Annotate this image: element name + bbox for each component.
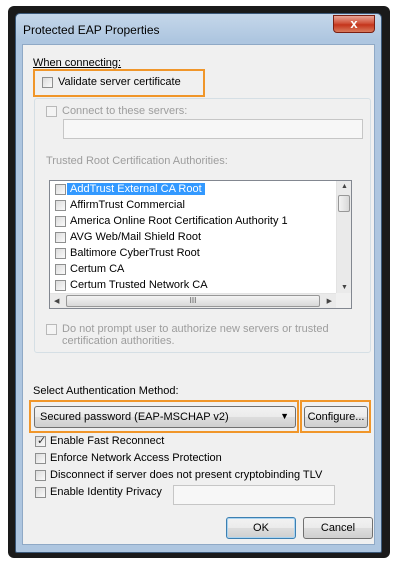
ca-checkbox[interactable] xyxy=(55,216,66,227)
auth-method-value: Secured password (EAP-MSCHAP v2) xyxy=(40,411,229,423)
list-item[interactable]: Certum CA xyxy=(50,261,338,278)
list-item[interactable]: Certum Trusted Network CA xyxy=(50,277,338,294)
identity-privacy-input[interactable] xyxy=(173,485,335,505)
ca-label: AffirmTrust Commercial xyxy=(70,199,185,211)
nap-label: Enforce Network Access Protection xyxy=(50,452,222,464)
list-item[interactable]: AffirmTrust Commercial xyxy=(50,197,338,214)
scroll-grip-icon: III xyxy=(189,296,197,305)
cryptobinding-checkbox[interactable] xyxy=(35,470,46,481)
identity-privacy-checkbox[interactable] xyxy=(35,487,46,498)
vertical-scroll-thumb[interactable] xyxy=(338,195,350,212)
validate-cert-checkbox[interactable] xyxy=(42,77,53,88)
cancel-button[interactable]: Cancel xyxy=(303,517,373,539)
auth-method-select[interactable]: Secured password (EAP-MSCHAP v2) ▼ xyxy=(34,406,296,428)
connect-servers-label: Connect to these servers: xyxy=(62,105,188,117)
horizontal-scrollbar[interactable]: ◀ III ▶ xyxy=(50,293,336,308)
dialog-client-area: When connecting: Validate server certifi… xyxy=(22,44,375,545)
list-item[interactable]: Baltimore CyberTrust Root xyxy=(50,245,338,262)
ca-checkbox[interactable] xyxy=(55,248,66,259)
ca-label: Certum Trusted Network CA xyxy=(70,279,208,291)
ok-button[interactable]: OK xyxy=(226,517,296,539)
trusted-ca-list[interactable]: AddTrust External CA Root AffirmTrust Co… xyxy=(49,180,352,309)
connect-servers-checkbox[interactable] xyxy=(46,106,57,117)
do-not-prompt-checkbox[interactable] xyxy=(46,324,57,335)
ca-label: Certum CA xyxy=(70,263,125,275)
ca-label: America Online Root Certification Author… xyxy=(70,215,288,227)
identity-privacy-label: Enable Identity Privacy xyxy=(50,486,162,498)
fast-reconnect-label: Enable Fast Reconnect xyxy=(50,435,165,447)
fast-reconnect-checkbox[interactable]: ✓ xyxy=(35,435,47,447)
horizontal-scroll-thumb[interactable]: III xyxy=(66,295,320,307)
trusted-ca-heading: Trusted Root Certification Authorities: xyxy=(46,155,228,167)
ca-label: AVG Web/Mail Shield Root xyxy=(70,231,202,243)
scroll-corner xyxy=(336,293,351,308)
ca-checkbox[interactable] xyxy=(55,200,66,211)
checkmark-icon: ✓ xyxy=(37,435,47,447)
scroll-left-icon[interactable]: ◀ xyxy=(54,297,59,305)
ca-checkbox[interactable] xyxy=(55,280,66,291)
ca-checkbox[interactable] xyxy=(55,184,66,195)
list-item[interactable]: AddTrust External CA Root xyxy=(50,181,338,198)
scroll-right-icon[interactable]: ▶ xyxy=(327,297,332,305)
close-button[interactable]: x xyxy=(333,15,375,33)
validate-cert-label: Validate server certificate xyxy=(58,76,181,88)
list-item[interactable]: America Online Root Certification Author… xyxy=(50,213,338,230)
window-title: Protected EAP Properties xyxy=(23,23,160,37)
ca-label: AddTrust External CA Root xyxy=(67,183,205,195)
when-connecting-heading: When connecting: xyxy=(33,57,122,69)
chevron-down-icon: ▼ xyxy=(280,411,289,421)
servers-input[interactable] xyxy=(63,119,363,139)
scroll-down-icon[interactable]: ▼ xyxy=(341,284,348,291)
do-not-prompt-label: Do not prompt user to authorize new serv… xyxy=(62,323,329,347)
dialog-window: Protected EAP Properties x When connecti… xyxy=(15,13,382,553)
vertical-scrollbar[interactable]: ▲ ▼ xyxy=(336,181,351,293)
close-icon: x xyxy=(350,16,358,31)
auth-method-heading: Select Authentication Method: xyxy=(33,385,179,397)
scroll-up-icon[interactable]: ▲ xyxy=(341,183,348,190)
ca-checkbox[interactable] xyxy=(55,232,66,243)
nap-checkbox[interactable] xyxy=(35,453,46,464)
list-item[interactable]: AVG Web/Mail Shield Root xyxy=(50,229,338,246)
cryptobinding-label: Disconnect if server does not present cr… xyxy=(50,469,323,481)
ca-checkbox[interactable] xyxy=(55,264,66,275)
configure-button[interactable]: Configure... xyxy=(304,406,368,428)
title-bar[interactable]: Protected EAP Properties x xyxy=(16,14,381,44)
ca-label: Baltimore CyberTrust Root xyxy=(70,247,200,259)
